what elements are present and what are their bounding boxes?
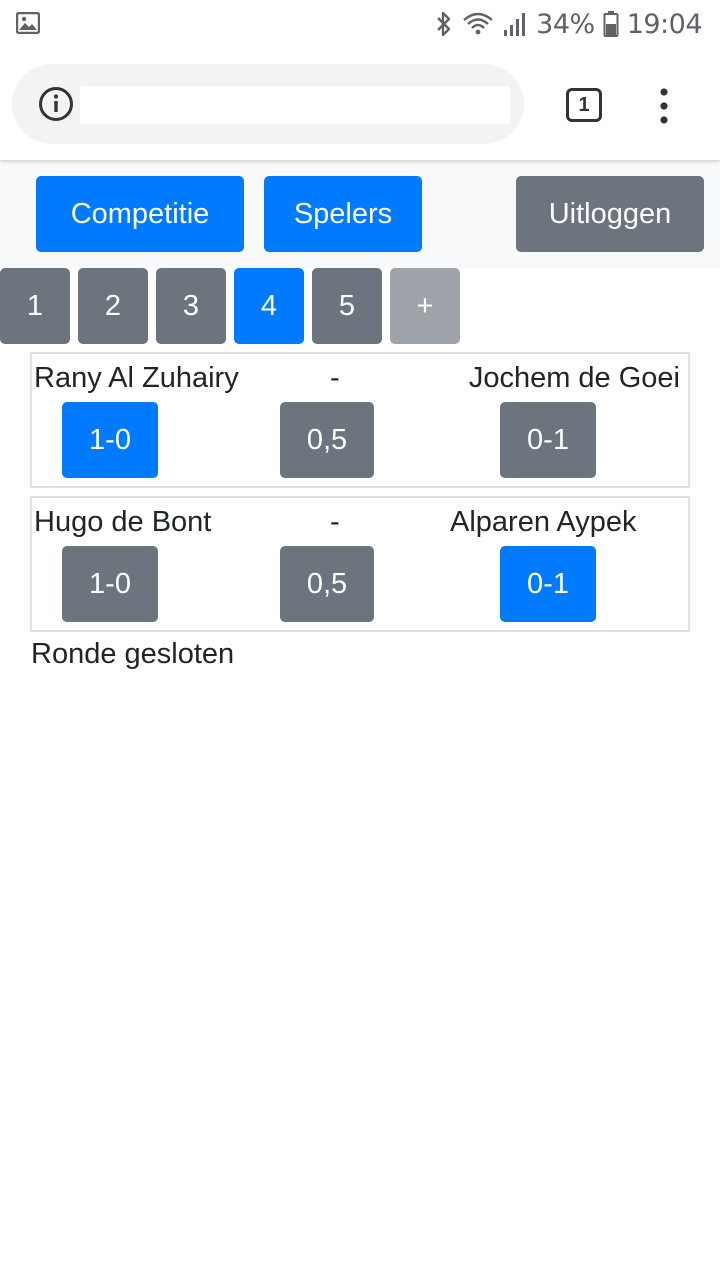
round-status-text: Ronde gesloten bbox=[31, 638, 235, 670]
omnibox[interactable] bbox=[12, 64, 524, 144]
result-black-win-button[interactable]: 0-1 bbox=[500, 546, 596, 622]
black-player-name: Jochem de Goei bbox=[468, 362, 680, 394]
wifi-icon bbox=[462, 10, 494, 38]
round-tab-1[interactable]: 1 bbox=[0, 268, 70, 344]
match-separator: - bbox=[330, 362, 340, 394]
url-input[interactable] bbox=[80, 86, 510, 124]
players-button[interactable]: Spelers bbox=[264, 176, 422, 252]
round-tab-3[interactable]: 3 bbox=[156, 268, 226, 344]
browser-toolbar: 1 bbox=[0, 48, 720, 160]
bluetooth-icon bbox=[434, 10, 454, 38]
status-bar: 34% 19:04 bbox=[0, 0, 720, 48]
status-icons: 34% 19:04 bbox=[434, 6, 703, 42]
signal-icon bbox=[502, 10, 528, 38]
battery-percent: 34% bbox=[536, 8, 595, 40]
round-tab-4[interactable]: 4 bbox=[234, 268, 304, 344]
match-separator: - bbox=[330, 506, 340, 538]
result-draw-button[interactable]: 0,5 bbox=[280, 402, 374, 478]
black-player-name: Alparen Aypek bbox=[450, 506, 637, 538]
app-header: Competitie Spelers Uitloggen bbox=[0, 160, 720, 268]
image-icon bbox=[15, 11, 41, 35]
info-icon[interactable] bbox=[38, 86, 74, 122]
clock: 19:04 bbox=[626, 8, 703, 40]
round-tab-2[interactable]: 2 bbox=[78, 268, 148, 344]
competition-button[interactable]: Competitie bbox=[36, 176, 244, 252]
menu-dots-icon[interactable] bbox=[652, 86, 676, 126]
battery-icon bbox=[603, 10, 619, 38]
result-black-win-button[interactable]: 0-1 bbox=[500, 402, 596, 478]
add-round-button[interactable]: + bbox=[390, 268, 460, 344]
logout-button[interactable]: Uitloggen bbox=[516, 176, 704, 252]
white-player-name: Hugo de Bont bbox=[34, 506, 212, 538]
match-card: Hugo de Bont - Alparen Aypek 1-0 0,5 0-1 bbox=[30, 496, 690, 632]
result-draw-button[interactable]: 0,5 bbox=[280, 546, 374, 622]
round-tab-5[interactable]: 5 bbox=[312, 268, 382, 344]
result-white-win-button[interactable]: 1-0 bbox=[62, 546, 158, 622]
tab-switcher-button[interactable]: 1 bbox=[566, 88, 602, 122]
result-white-win-button[interactable]: 1-0 bbox=[62, 402, 158, 478]
white-player-name: Rany Al Zuhairy bbox=[34, 362, 239, 394]
match-card: Rany Al Zuhairy - Jochem de Goei 1-0 0,5… bbox=[30, 352, 690, 488]
